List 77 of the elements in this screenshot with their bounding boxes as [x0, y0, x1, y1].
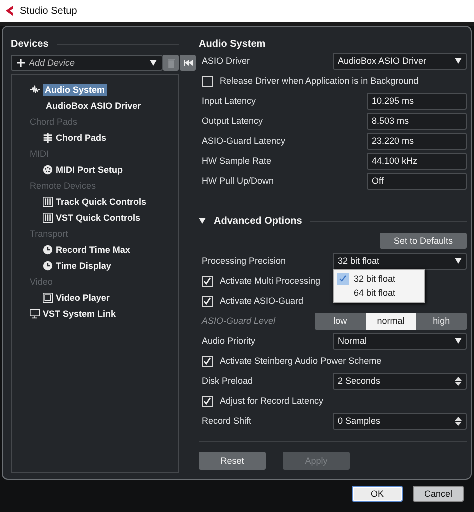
checkbox[interactable] — [202, 76, 213, 86]
setting-label: Input Latency — [202, 96, 256, 106]
category-label: Remote Devices — [30, 180, 98, 193]
setting-label: Processing Precision — [202, 256, 286, 266]
setting-label: Output Latency — [202, 116, 264, 126]
tree-item[interactable]: VST Quick Controls — [56, 213, 141, 223]
waveform-icon — [30, 85, 40, 95]
readout-field: 44.100 kHz — [367, 152, 467, 170]
keyboard-icon — [43, 213, 53, 223]
clock-icon — [43, 261, 53, 271]
checkbox-label: Activate Steinberg Audio Power Scheme — [220, 356, 382, 366]
checkbox[interactable] — [202, 396, 213, 406]
app-logo-icon — [5, 6, 14, 16]
menu-item[interactable]: 64 bit float — [334, 286, 424, 300]
tree-item[interactable]: Record Time Max — [56, 245, 130, 255]
tree-item[interactable]: Chord Pads — [56, 133, 107, 143]
category-label: Chord Pads — [30, 116, 79, 129]
set-defaults-button[interactable]: Set to Defaults — [380, 233, 467, 249]
readout-field: 10.295 ms — [367, 92, 467, 110]
setting-label: ASIO-Guard Level — [202, 316, 276, 326]
checkbox-label: Activate Multi Processing — [220, 276, 321, 286]
dialog-button[interactable]: Cancel — [413, 486, 464, 502]
spin-arrows-icon — [455, 376, 462, 386]
readout-field: Off — [367, 172, 467, 190]
section-heading: Devices — [11, 38, 49, 50]
panel-button[interactable]: Reset — [199, 452, 266, 470]
category-label: MIDI — [30, 148, 50, 161]
setting-label: HW Sample Rate — [202, 156, 272, 166]
skip-back-icon — [184, 60, 192, 66]
setting-label: ASIO Driver — [202, 56, 250, 66]
spin-field[interactable]: 2 Seconds — [333, 372, 467, 390]
dialog-button[interactable]: OK — [352, 486, 403, 502]
film-frame-icon — [43, 293, 53, 303]
spin-field[interactable]: 0 Samples — [333, 412, 467, 430]
check-icon — [339, 274, 347, 282]
caret-icon — [150, 60, 157, 66]
tree-item[interactable]: Track Quick Controls — [56, 197, 147, 207]
tree-item[interactable]: Time Display — [56, 261, 112, 271]
tree-item[interactable]: VST System Link — [43, 309, 116, 319]
checkbox-label: Adjust for Record Latency — [220, 396, 324, 406]
section-heading: Advanced Options — [214, 216, 302, 226]
dropdown-arrow-icon — [455, 258, 462, 264]
checkbox-label: Activate ASIO-Guard — [220, 296, 304, 306]
readout-field: 8.503 ms — [367, 112, 467, 130]
monitor-icon — [30, 309, 40, 319]
midi-port-icon — [43, 165, 53, 175]
tree-item[interactable]: Audio System — [43, 84, 108, 96]
dropdown-arrow-icon — [455, 58, 462, 64]
tree-item[interactable]: Video Player — [56, 293, 110, 303]
dropdown-arrow-icon — [455, 338, 462, 344]
readout-field: 23.220 ms — [367, 132, 467, 150]
dropdown[interactable]: Normal — [333, 332, 467, 350]
bars-icon — [43, 133, 53, 143]
setting-label: ASIO-Guard Latency — [202, 136, 286, 146]
category-label: Transport — [30, 228, 70, 241]
expand-triangle-icon[interactable] — [199, 218, 206, 224]
checkbox[interactable] — [202, 356, 213, 366]
category-label: Video — [30, 276, 54, 289]
dropdown[interactable]: AudioBox ASIO Driver — [333, 52, 467, 70]
tree-item[interactable]: AudioBox ASIO Driver — [46, 101, 142, 111]
window-title: Studio Setup — [20, 6, 78, 16]
tree-item[interactable]: MIDI Port Setup — [56, 165, 123, 175]
setting-label: Audio Priority — [202, 336, 256, 346]
section-heading: Audio System — [199, 38, 266, 50]
checkbox[interactable] — [202, 296, 213, 306]
setting-label: Record Shift — [202, 416, 252, 426]
checkbox[interactable] — [202, 276, 213, 286]
menu-item[interactable]: 32 bit float — [334, 272, 424, 286]
checkbox-label: Release Driver when Application is in Background — [220, 76, 419, 86]
spin-arrows-icon — [455, 416, 462, 426]
reset-device-button[interactable] — [180, 55, 196, 71]
keyboard-icon — [43, 197, 53, 207]
trash-icon — [168, 58, 174, 68]
setting-label: HW Pull Up/Down — [202, 176, 274, 186]
clock-icon — [43, 245, 53, 255]
setting-label: Disk Preload — [202, 376, 254, 386]
plus-icon — [17, 59, 25, 67]
